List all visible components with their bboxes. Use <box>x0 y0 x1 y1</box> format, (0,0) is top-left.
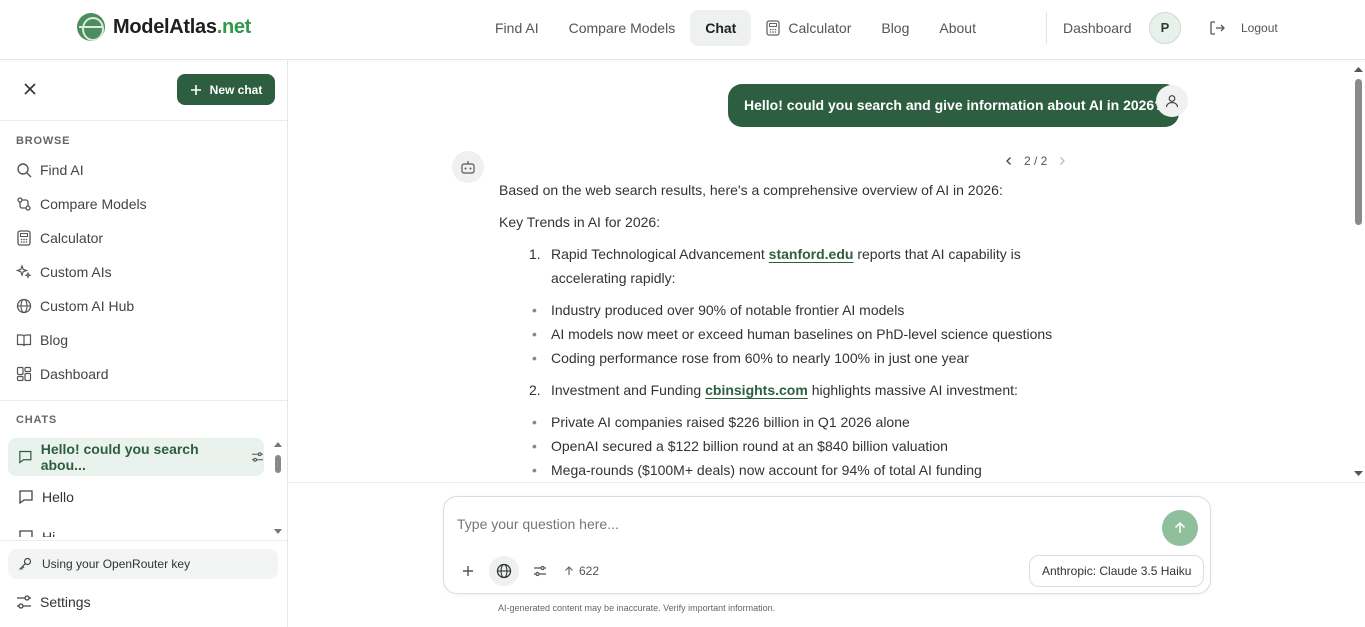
close-icon[interactable] <box>22 81 38 97</box>
numbered-item: 1. Rapid Technological Advancement stanf… <box>529 246 1021 286</box>
new-chat-button[interactable]: New chat <box>177 74 275 105</box>
chat-item[interactable]: Hello <box>8 478 264 516</box>
assistant-message: Based on the web search results, here's … <box>499 178 1059 482</box>
chat-list-clip: Hi <box>0 517 270 537</box>
bullet-list: Private AI companies raised $226 billion… <box>499 410 1059 482</box>
nav-blog[interactable]: Blog <box>866 10 924 46</box>
logo[interactable]: ModelAtlas.net <box>77 13 251 41</box>
sidebar-item-calculator[interactable]: Calculator <box>16 230 103 246</box>
chat-bubble-icon <box>19 490 33 505</box>
nav-dashboard[interactable]: Dashboard <box>1063 20 1132 36</box>
token-counter: 622 <box>564 556 599 586</box>
conversation-panel: Hello! could you search and give informa… <box>288 61 1352 482</box>
dashboard-icon <box>16 366 32 382</box>
sidebar: New chat BROWSE Find AI Compare Models C… <box>0 61 288 627</box>
key-icon <box>19 557 32 570</box>
message-composer[interactable]: Type your question here... 622 Anthropic… <box>443 496 1211 594</box>
chat-item[interactable]: Hi <box>8 517 264 537</box>
arrow-up-icon <box>565 566 573 575</box>
search-icon <box>17 163 32 178</box>
arrow-up-icon <box>1174 522 1186 533</box>
nav-chat[interactable]: Chat <box>690 10 752 46</box>
disclaimer: AI-generated content may be inaccurate. … <box>498 603 776 613</box>
browse-section-label: BROWSE <box>16 135 71 147</box>
numbered-item: 2. Investment and Funding cbinsights.com… <box>529 382 1018 398</box>
main-nav: Find AI Compare Models Chat Calculator B… <box>480 10 991 46</box>
list-item: Mega-rounds ($100M+ deals) now account f… <box>499 458 1059 482</box>
nav-divider <box>1046 12 1047 44</box>
chevron-left-icon[interactable] <box>1004 156 1014 166</box>
nav-find-ai[interactable]: Find AI <box>480 10 554 46</box>
attach-button[interactable] <box>458 556 478 586</box>
sidebar-divider <box>0 540 287 541</box>
settings-sliders-icon <box>17 595 31 609</box>
bot-icon <box>461 161 475 174</box>
nav-calculator[interactable]: Calculator <box>751 10 866 46</box>
plus-icon <box>463 566 473 576</box>
chats-section-label: CHATS <box>16 414 58 426</box>
web-search-toggle[interactable] <box>489 556 519 586</box>
sidebar-item-custom-ai-hub[interactable]: Custom AI Hub <box>16 298 134 314</box>
logout-button[interactable]: Logout <box>1209 20 1278 36</box>
book-icon <box>16 334 32 347</box>
list-item: Coding performance rose from 60% to near… <box>499 346 1059 370</box>
compare-icon <box>17 197 31 211</box>
user-avatar <box>1156 85 1188 117</box>
logout-icon <box>1210 21 1225 35</box>
answer-heading: Key Trends in AI for 2026: <box>499 214 661 230</box>
question-input[interactable]: Type your question here... <box>457 516 619 532</box>
send-button[interactable] <box>1162 510 1198 546</box>
list-item: OpenAI secured a $122 billion round at a… <box>499 434 1059 458</box>
list-item: Private AI companies raised $226 billion… <box>499 410 1059 434</box>
sidebar-item-find-ai[interactable]: Find AI <box>16 162 84 178</box>
chat-item-active[interactable]: Hello! could you search abou... <box>8 438 264 476</box>
plus-icon <box>190 84 201 95</box>
calculator-icon <box>766 20 780 36</box>
sidebar-item-dashboard[interactable]: Dashboard <box>16 366 109 382</box>
globe-logo-icon <box>77 13 105 41</box>
user-message: Hello! could you search and give informa… <box>728 84 1179 127</box>
options-button[interactable] <box>530 556 550 586</box>
calculator-icon <box>17 230 31 246</box>
settings-button[interactable]: Settings <box>16 594 91 610</box>
user-icon <box>1165 95 1179 108</box>
sliders-icon <box>534 565 546 577</box>
globe-icon <box>16 298 32 314</box>
composer-area: Type your question here... 622 Anthropic… <box>288 482 1365 627</box>
sidebar-item-blog[interactable]: Blog <box>16 332 68 348</box>
conversation-scrollbar[interactable] <box>1352 61 1365 482</box>
chat-bubble-icon <box>19 530 33 537</box>
list-item: AI models now meet or exceed human basel… <box>499 322 1059 346</box>
nav-compare-models[interactable]: Compare Models <box>554 10 691 46</box>
source-link[interactable]: stanford.edu <box>769 246 854 262</box>
bullet-list: Industry produced over 90% of notable fr… <box>499 298 1059 370</box>
assistant-avatar <box>452 151 484 183</box>
source-link[interactable]: cbinsights.com <box>705 382 808 398</box>
sidebar-item-custom-ais[interactable]: Custom AIs <box>16 264 112 280</box>
model-selector[interactable]: Anthropic: Claude 3.5 Haiku <box>1029 555 1205 587</box>
chevron-right-icon[interactable] <box>1057 156 1067 166</box>
nav-about[interactable]: About <box>924 10 991 46</box>
sparkles-icon <box>16 264 32 279</box>
list-item: Industry produced over 90% of notable fr… <box>499 298 1059 322</box>
sidebar-divider <box>0 400 287 401</box>
chat-options-icon[interactable] <box>251 450 264 464</box>
sidebar-header: New chat <box>0 61 287 121</box>
brand-name: ModelAtlas.net <box>113 15 252 38</box>
top-navbar: ModelAtlas.net Find AI Compare Models Ch… <box>0 0 1365 60</box>
globe-icon <box>496 563 512 579</box>
answer-intro: Based on the web search results, here's … <box>499 182 1003 198</box>
sidebar-item-compare-models[interactable]: Compare Models <box>16 196 147 212</box>
response-pager: 2 / 2 <box>1004 154 1067 168</box>
chat-bubble-icon <box>19 450 32 464</box>
avatar[interactable]: P <box>1149 12 1181 44</box>
api-key-status[interactable]: Using your OpenRouter key <box>8 549 278 579</box>
chat-list-scrollbar[interactable] <box>273 441 283 537</box>
